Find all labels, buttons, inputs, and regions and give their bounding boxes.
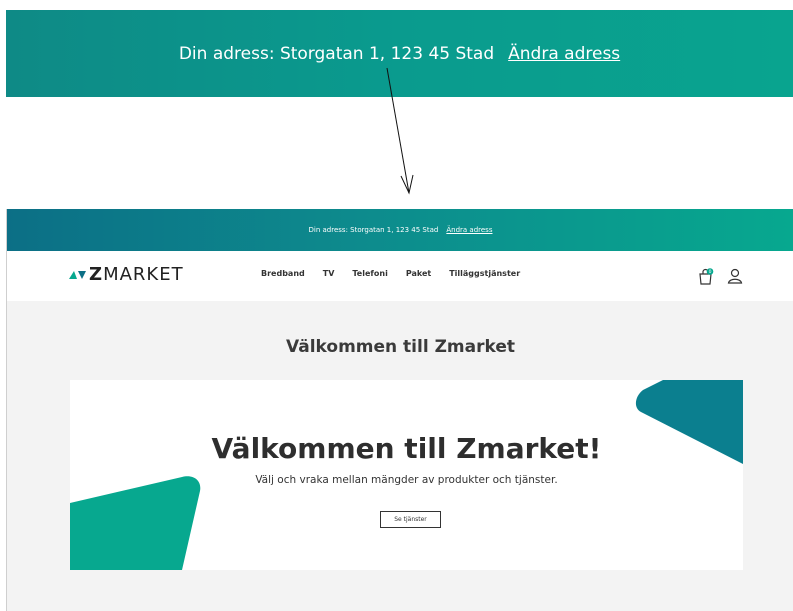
- user-icon[interactable]: [727, 268, 743, 284]
- logo-wordmark: ZMARKET: [89, 264, 184, 285]
- zmarket-logo[interactable]: ZMARKET: [69, 264, 184, 285]
- nav-paket[interactable]: Paket: [406, 269, 431, 278]
- strip-change-address-link[interactable]: Ändra adress: [446, 226, 492, 234]
- see-services-button[interactable]: Se tjänster: [380, 511, 441, 528]
- strip-address-text: Din adress: Storgatan 1, 123 45 Stad: [308, 226, 439, 234]
- page-title: Välkommen till Zmarket: [286, 337, 515, 357]
- hero-shape-bottom-left: [70, 476, 201, 570]
- callout-change-address-link[interactable]: Ändra adress: [508, 44, 620, 64]
- nav-tv[interactable]: TV: [323, 269, 335, 278]
- cart-count: 0: [709, 269, 712, 275]
- primary-nav: Bredband TV Telefoni Paket Tilläggstjäns…: [261, 269, 538, 278]
- hero-subtitle: Välj och vraka mellan mängder av produkt…: [255, 474, 558, 486]
- nav-bredband[interactable]: Bredband: [261, 269, 305, 278]
- cart-icon[interactable]: 0: [698, 268, 714, 286]
- hero-banner: Välkommen till Zmarket! Välj och vraka m…: [70, 380, 743, 570]
- address-callout-banner: Din adress: Storgatan 1, 123 45 Stad Änd…: [6, 10, 793, 97]
- nav-telefoni[interactable]: Telefoni: [352, 269, 387, 278]
- callout-address-text: Din adress: Storgatan 1, 123 45 Stad: [178, 43, 495, 64]
- nav-tillaggstjanster[interactable]: Tilläggstjänster: [449, 269, 520, 278]
- logo-mark-icon: [69, 270, 86, 279]
- website-screenshot: Din adress: Storgatan 1, 123 45 Stad Änd…: [6, 209, 793, 611]
- address-strip: Din adress: Storgatan 1, 123 45 Stad Änd…: [7, 209, 793, 251]
- main-navbar: ZMARKET Bredband TV Telefoni Paket Tillä…: [7, 251, 793, 301]
- hero-title: Välkommen till Zmarket!: [211, 432, 602, 465]
